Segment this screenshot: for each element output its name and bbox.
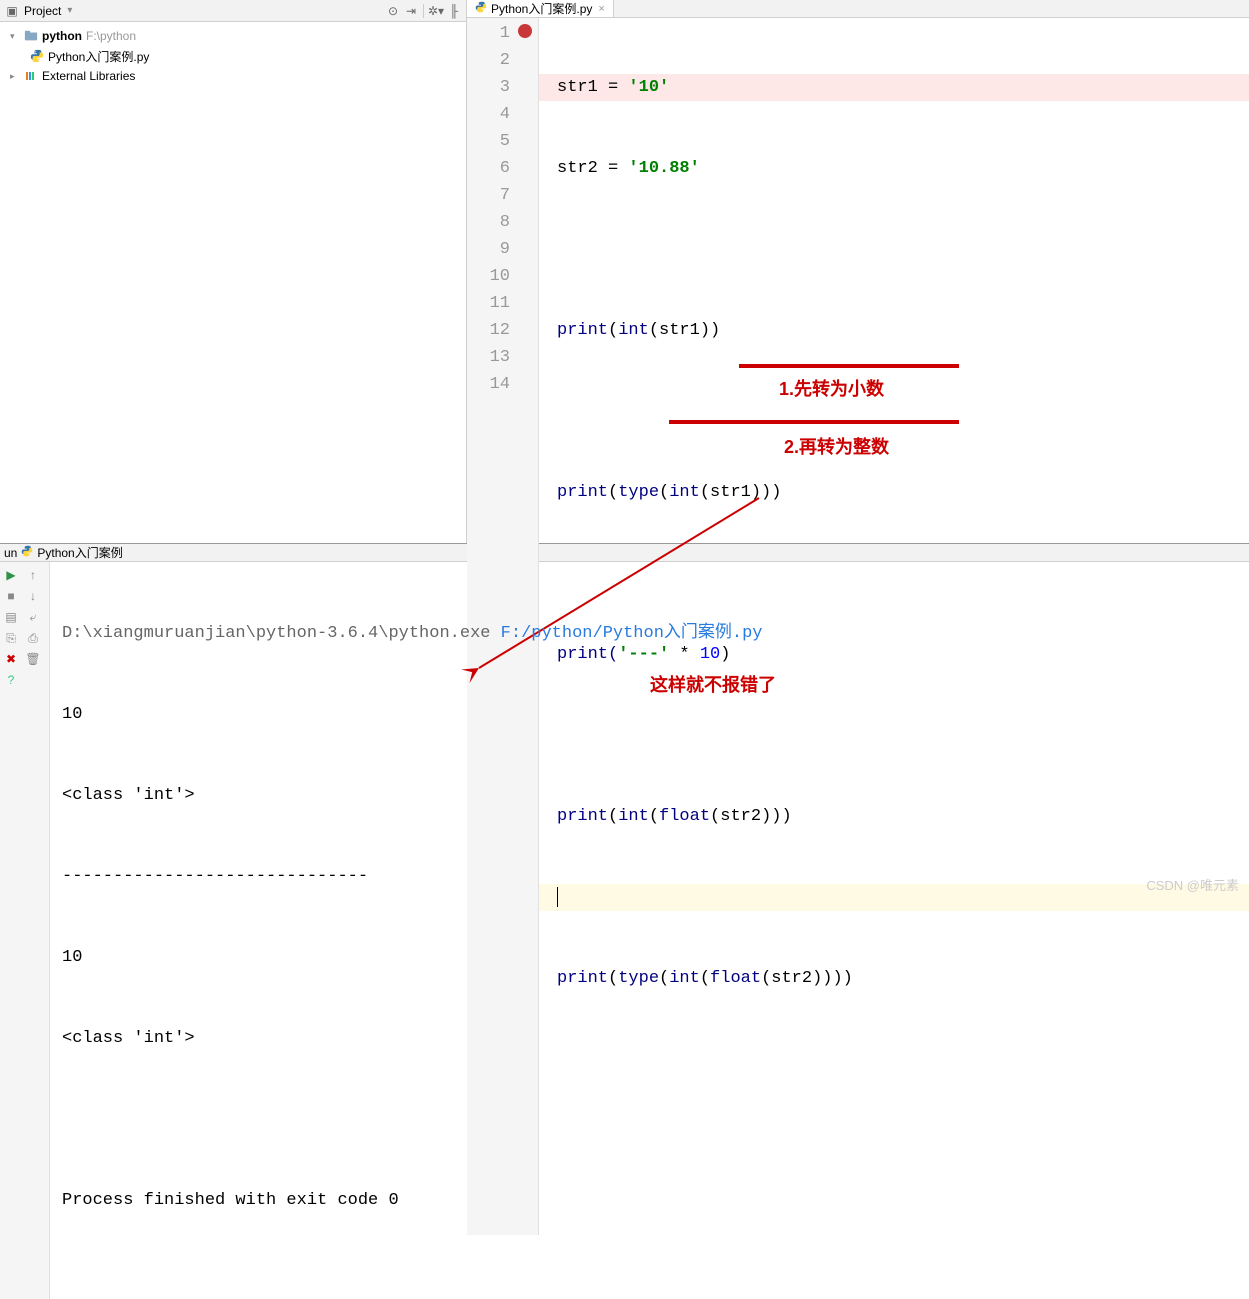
python-file-icon xyxy=(30,49,44,63)
exit-line: Process finished with exit code 0 xyxy=(62,1187,1237,1214)
tree-root[interactable]: ▾ python F:\python xyxy=(0,26,466,46)
root-name: python xyxy=(42,29,82,43)
exec-path: D:\xiangmuruanjian\python-3.6.4\python.e… xyxy=(62,624,501,643)
code-token: print(type(int(str1))) xyxy=(557,483,781,502)
watermark: CSDN @唯元素 xyxy=(1146,875,1239,894)
hide-panel-icon[interactable]: ╟ xyxy=(446,3,462,19)
root-path: F:\python xyxy=(86,29,136,43)
code-token: print(int(str1)) xyxy=(557,321,720,340)
expand-arrow-icon[interactable]: ▸ xyxy=(10,71,20,82)
folder-icon xyxy=(24,29,38,43)
sidebar-title: Project xyxy=(24,4,61,18)
settings-gear-icon[interactable]: ✲▾ xyxy=(428,3,444,19)
file-name: Python入门案例.py xyxy=(48,48,149,65)
python-file-icon xyxy=(21,545,33,560)
sidebar-header: ▣ Project ▾ ⊙ ⇥ ✲▾ ╟ xyxy=(0,0,466,22)
libraries-icon xyxy=(24,69,38,83)
close-tab-icon[interactable]: × xyxy=(598,3,604,15)
editor-tabs: Python入门案例.py × xyxy=(467,0,1249,18)
project-sidebar: ▣ Project ▾ ⊙ ⇥ ✲▾ ╟ ▾ python F:\python xyxy=(0,0,467,543)
tab-filename: Python入门案例.py xyxy=(491,0,592,17)
code-token: '10' xyxy=(628,78,669,97)
trash-icon[interactable]: 🗑 xyxy=(24,650,42,668)
code-token: '10.88' xyxy=(628,159,699,178)
rerun-icon[interactable]: ▶ xyxy=(2,566,20,584)
step-down-icon[interactable]: ↓ xyxy=(24,587,42,605)
python-file-icon xyxy=(475,1,487,16)
layout-icon[interactable]: ▤ xyxy=(2,608,20,626)
code-token: = xyxy=(608,159,628,178)
editor-tab[interactable]: Python入门案例.py × xyxy=(467,0,614,17)
run-toolbar: ▶ ↑ ■ ↓ ▤ ⤶ ⎘ ⎙ ✖ 🗑 ? xyxy=(0,562,50,1299)
console-output[interactable]: D:\xiangmuruanjian\python-3.6.4\python.e… xyxy=(50,562,1249,1299)
editor-area: Python入门案例.py × 1234567891011121314 str1… xyxy=(467,0,1249,543)
breakpoint-icon[interactable] xyxy=(518,24,532,38)
export-icon[interactable]: ⎘ xyxy=(2,629,20,647)
stop-icon[interactable]: ■ xyxy=(2,587,20,605)
project-tree[interactable]: ▾ python F:\python Python入门案例.py ▸ Exter… xyxy=(0,22,466,90)
run-panel: un Python入门案例 ▶ ↑ ■ ↓ ▤ ⤶ ⎘ ⎙ ✖ xyxy=(0,543,1249,900)
code-token: str2 xyxy=(557,159,608,178)
dropdown-icon[interactable]: ▾ xyxy=(67,5,72,16)
close-icon[interactable]: ✖ xyxy=(2,650,20,668)
annotation-2: 2.再转为整数 xyxy=(784,434,889,461)
output-line: ------------------------------ xyxy=(62,863,1237,890)
print-icon[interactable]: ⎙ xyxy=(24,629,42,647)
run-config-name[interactable]: Python入门案例 xyxy=(37,544,122,561)
output-line: 10 xyxy=(62,944,1237,971)
annotation-3: 这样就不报错了 xyxy=(650,672,776,699)
script-link[interactable]: F:/python/Python入门案例.py xyxy=(501,624,763,643)
output-line: <class 'int'> xyxy=(62,1025,1237,1052)
output-line: 10 xyxy=(62,701,1237,728)
help-icon[interactable]: ? xyxy=(2,671,20,689)
code-token: str1 xyxy=(557,78,608,97)
output-line: <class 'int'> xyxy=(62,782,1237,809)
tree-external-libs[interactable]: ▸ External Libraries xyxy=(0,66,466,86)
tree-file[interactable]: Python入门案例.py xyxy=(0,46,466,66)
run-label: un xyxy=(4,546,17,560)
expand-arrow-icon[interactable]: ▾ xyxy=(10,31,20,42)
wrap-icon[interactable]: ⤶ xyxy=(24,608,42,626)
project-panel-icon: ▣ xyxy=(4,3,20,19)
collapse-all-icon[interactable]: ⇥ xyxy=(403,3,419,19)
external-libs-label: External Libraries xyxy=(42,69,135,83)
scroll-from-source-icon[interactable]: ⊙ xyxy=(385,3,401,19)
code-token: = xyxy=(608,78,628,97)
step-up-icon[interactable]: ↑ xyxy=(24,566,42,584)
